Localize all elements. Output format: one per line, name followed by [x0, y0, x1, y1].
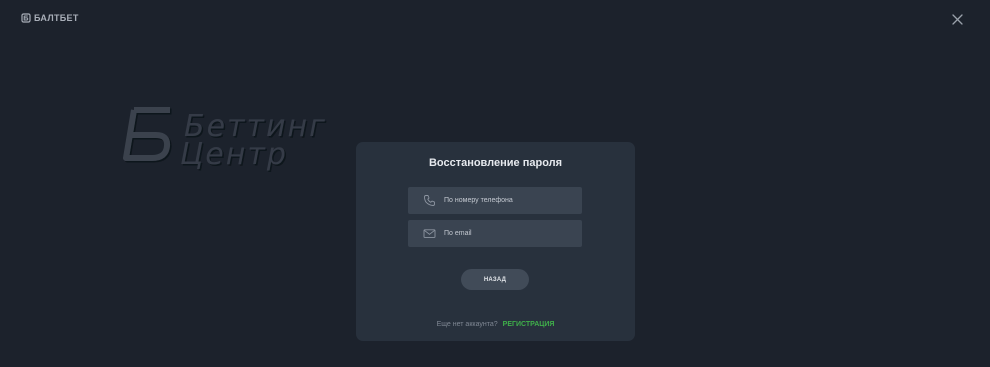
- phone-icon: [424, 195, 435, 206]
- register-prompt: Еще нет аккаунта? РЕГИСТРАЦИЯ: [356, 321, 635, 328]
- betting-center-watermark: Беттинг Центр: [112, 102, 342, 174]
- brand-name: БАЛТБЕТ: [34, 13, 79, 23]
- baltbet-logo-icon: [21, 13, 31, 23]
- option-label: По номеру телефона: [444, 197, 513, 204]
- envelope-icon: [423, 229, 436, 238]
- password-recovery-modal: Восстановление пароля По номеру телефона…: [356, 142, 635, 341]
- watermark-line2: Центр: [180, 137, 288, 172]
- option-label: По email: [444, 230, 472, 237]
- back-button[interactable]: НАЗАД: [461, 269, 529, 290]
- modal-title: Восстановление пароля: [428, 157, 563, 169]
- register-link[interactable]: РЕГИСТРАЦИЯ: [503, 321, 555, 328]
- betting-center-logo: Беттинг Центр: [123, 107, 325, 172]
- close-icon[interactable]: [950, 12, 965, 27]
- brand-logo[interactable]: БАЛТБЕТ: [21, 13, 79, 23]
- page: БАЛТБЕТ Беттинг Центр Восстановление пар: [0, 0, 990, 367]
- recover-by-email-option[interactable]: По email: [408, 220, 582, 247]
- recover-by-phone-option[interactable]: По номеру телефона: [408, 187, 582, 214]
- no-account-text: Еще нет аккаунта?: [436, 321, 498, 328]
